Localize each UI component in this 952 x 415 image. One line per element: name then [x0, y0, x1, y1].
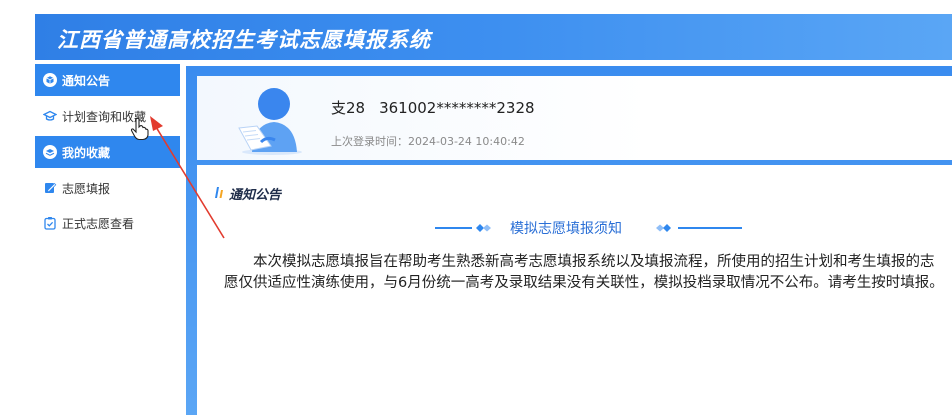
sidebar-item-plan-query[interactable]: 计划查询和收藏	[35, 100, 180, 132]
sidebar-item-notices[interactable]: 通知公告	[35, 64, 180, 96]
check-clipboard-icon	[43, 216, 57, 230]
last-login-time: 上次登录时间：2024-03-24 10:40:42	[331, 135, 525, 148]
app-header: 江西省普通高校招生考试志愿填报系统	[35, 14, 952, 60]
hand-cursor-icon	[130, 117, 150, 141]
box-icon	[43, 73, 57, 87]
sidebar-item-fill-volunteer[interactable]: 志愿填报	[35, 172, 180, 204]
notice-subtitle: 模拟志愿填报须知	[510, 221, 622, 237]
layers-icon	[43, 145, 57, 159]
section-marker-icon	[214, 184, 224, 203]
profile-card	[197, 76, 952, 160]
user-info: 支28 361002********2328	[331, 97, 535, 118]
edit-icon	[43, 181, 57, 195]
sidebar-item-label: 通知公告	[62, 73, 111, 88]
app-root: 江西省普通高校招生考试志愿填报系统 通知公告 计划查询和收藏 我的收藏 志愿填报…	[0, 0, 952, 415]
user-name: 支28	[331, 99, 366, 117]
user-id-number: 361002********2328	[379, 99, 535, 117]
avatar	[237, 82, 307, 156]
app-title: 江西省普通高校招生考试志愿填报系统	[57, 28, 431, 52]
sidebar-item-official-view[interactable]: 正式志愿查看	[35, 207, 180, 239]
sidebar-item-label: 我的收藏	[62, 145, 111, 160]
notice-subtitle-bar: 模拟志愿填报须知	[420, 217, 750, 239]
graduation-cap-icon	[43, 109, 57, 123]
sidebar: 通知公告 计划查询和收藏 我的收藏 志愿填报 正式志愿查看	[35, 60, 180, 415]
sidebar-item-label: 志愿填报	[62, 181, 111, 196]
sidebar-item-favorites[interactable]: 我的收藏	[35, 136, 180, 168]
sidebar-item-label: 正式志愿查看	[62, 216, 135, 231]
notice-section-title: 通知公告	[229, 188, 282, 203]
notice-body: 本次模拟志愿填报旨在帮助考生熟悉新高考志愿填报系统以及填报流程，所使用的招生计划…	[224, 254, 944, 291]
notice-section-header: 通知公告	[214, 184, 281, 203]
